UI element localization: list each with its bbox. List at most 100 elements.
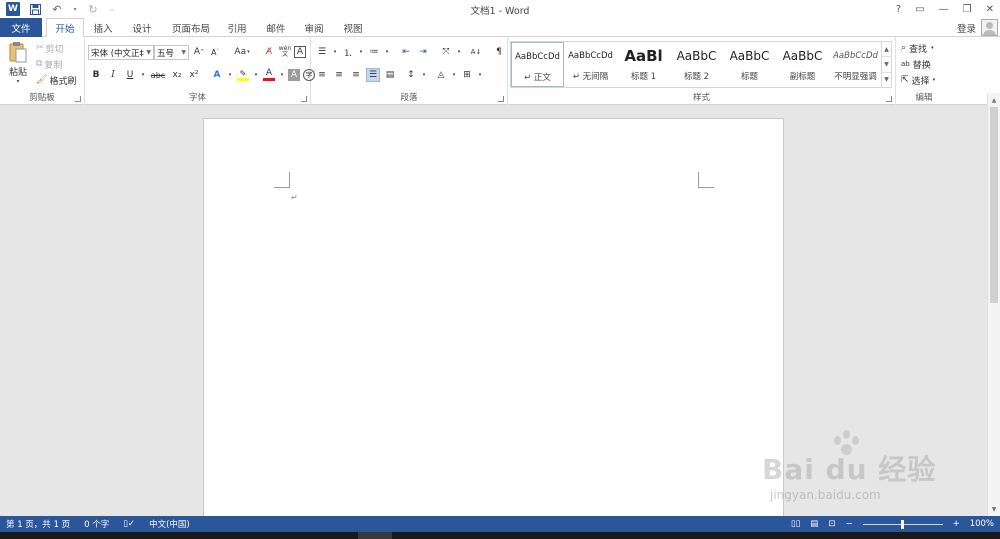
zoom-out-icon[interactable]: − bbox=[845, 519, 852, 529]
zoom-slider[interactable] bbox=[862, 519, 943, 529]
grow-font-icon[interactable]: A ^ bbox=[192, 45, 206, 59]
text-effects-icon[interactable]: A bbox=[210, 68, 224, 82]
font-size-combo[interactable]: 五号 ▼ bbox=[154, 45, 189, 60]
styles-launcher-icon[interactable] bbox=[886, 96, 892, 102]
customize-qat-icon[interactable]: ₌ bbox=[108, 2, 116, 16]
tab-references[interactable]: 引用 bbox=[222, 18, 252, 37]
style-title[interactable]: AaBbC 标题 bbox=[723, 42, 776, 87]
save-icon[interactable] bbox=[28, 2, 42, 16]
redo-icon[interactable]: ↻ bbox=[86, 2, 100, 16]
ribbon-display-options-icon[interactable]: ▭ bbox=[915, 4, 924, 15]
zoom-in-icon[interactable]: + bbox=[953, 519, 960, 529]
page-count[interactable]: 第 1 页，共 1 页 bbox=[6, 518, 70, 530]
print-layout-icon[interactable]: ▤ bbox=[810, 519, 818, 529]
show-marks-icon[interactable]: ¶ bbox=[492, 45, 506, 59]
text-effects-dropdown-icon[interactable]: ▾ bbox=[227, 68, 233, 82]
style-subtle-emphasis[interactable]: AaBbCcDd 不明显强调 bbox=[829, 42, 882, 87]
subscript-button[interactable]: x₂ bbox=[170, 68, 184, 82]
italic-button[interactable]: I bbox=[106, 68, 120, 82]
paste-button[interactable]: 粘贴 ▾ bbox=[6, 41, 30, 85]
enclose-char-icon[interactable]: A bbox=[294, 46, 306, 58]
style-subtitle[interactable]: AaBbC 副标题 bbox=[776, 42, 829, 87]
tab-review[interactable]: 审阅 bbox=[299, 18, 329, 37]
gallery-down-icon[interactable]: ▼ bbox=[882, 57, 891, 73]
chinese-layout-icon[interactable]: ⤧ bbox=[439, 45, 453, 59]
style-normal[interactable]: AaBbCcDd ↵ 正文 bbox=[511, 42, 564, 87]
underline-dropdown-icon[interactable]: ▾ bbox=[140, 68, 146, 82]
borders-icon[interactable]: ⊞ bbox=[460, 68, 474, 82]
cut-button[interactable]: ✂ 剪切 bbox=[36, 41, 64, 55]
bullets-icon[interactable]: ☰ bbox=[315, 45, 329, 59]
scroll-up-icon[interactable]: ▲ bbox=[988, 94, 1000, 106]
sign-in-link[interactable]: 登录 bbox=[957, 21, 976, 35]
clear-formatting-icon[interactable]: A̸ bbox=[262, 45, 276, 59]
line-spacing-dropdown-icon[interactable]: ▾ bbox=[421, 68, 427, 82]
vertical-scrollbar[interactable]: ▲ ▼ bbox=[987, 93, 1000, 516]
zoom-slider-thumb[interactable] bbox=[900, 519, 904, 529]
numbering-icon[interactable]: ⒈ bbox=[341, 45, 355, 59]
highlight-dropdown-icon[interactable]: ▾ bbox=[253, 68, 259, 82]
tab-design[interactable]: 设计 bbox=[127, 18, 157, 37]
undo-icon[interactable]: ↶ bbox=[50, 2, 64, 16]
scroll-thumb[interactable] bbox=[990, 107, 998, 303]
read-mode-icon[interactable]: ▯▯ bbox=[791, 519, 800, 529]
tab-file[interactable]: 文件 bbox=[0, 18, 42, 37]
replace-button[interactable]: ab 替换 bbox=[901, 57, 931, 71]
proofing-icon[interactable]: ▯✓ bbox=[123, 519, 135, 529]
multilevel-list-icon[interactable]: ≔ bbox=[367, 45, 381, 59]
distributed-icon[interactable]: ▤ bbox=[383, 68, 397, 82]
web-layout-icon[interactable]: ⊡ bbox=[828, 519, 835, 529]
underline-button[interactable]: U bbox=[123, 68, 137, 82]
font-color-dropdown-icon[interactable]: ▾ bbox=[279, 68, 285, 82]
highlight-icon[interactable]: ✎ bbox=[236, 68, 250, 82]
avatar[interactable] bbox=[981, 19, 998, 36]
phonetic-guide-icon[interactable]: wén 文 bbox=[278, 45, 292, 59]
gallery-up-icon[interactable]: ▲ bbox=[882, 42, 891, 58]
language-indicator[interactable]: 中文(中国) bbox=[149, 518, 190, 530]
align-right-icon[interactable]: ≡ bbox=[349, 68, 363, 82]
shading-dropdown-icon[interactable]: ▾ bbox=[451, 68, 457, 82]
taskbar-active-item[interactable] bbox=[358, 532, 392, 539]
font-name-combo[interactable]: 宋体 (中文正‡ ▼ bbox=[88, 45, 154, 60]
close-button[interactable]: ✕ bbox=[986, 4, 994, 15]
word-count[interactable]: 0 个字 bbox=[84, 518, 109, 530]
shrink-font-icon[interactable]: Aˇ bbox=[208, 45, 222, 59]
decrease-indent-icon[interactable]: ⇤ bbox=[399, 45, 413, 59]
justify-icon[interactable]: ☰ bbox=[366, 68, 380, 82]
strikethrough-button[interactable]: abc bbox=[149, 68, 167, 82]
restore-button[interactable]: ❐ bbox=[963, 4, 972, 15]
find-button[interactable]: ⌕ 查找 ▾ bbox=[901, 41, 934, 55]
increase-indent-icon[interactable]: ⇥ bbox=[416, 45, 430, 59]
char-shading-icon[interactable]: A bbox=[288, 69, 300, 81]
tab-mailings[interactable]: 邮件 bbox=[261, 18, 291, 37]
zoom-level[interactable]: 100% bbox=[970, 519, 994, 529]
tab-page-layout[interactable]: 页面布局 bbox=[166, 18, 216, 37]
format-painter-button[interactable]: 🖌 格式刷 bbox=[36, 73, 76, 87]
style-heading-2[interactable]: AaBbC 标题 2 bbox=[670, 42, 723, 87]
gallery-more-icon[interactable]: ▼ bbox=[882, 73, 891, 87]
align-left-icon[interactable]: ≡ bbox=[315, 68, 329, 82]
change-case-button[interactable]: Aa ▾ bbox=[230, 45, 254, 59]
align-center-icon[interactable]: ≡ bbox=[332, 68, 346, 82]
multilevel-dropdown-icon[interactable]: ▾ bbox=[384, 45, 390, 59]
bold-button[interactable]: B bbox=[89, 68, 103, 82]
style-heading-1[interactable]: AaBl 标题 1 bbox=[617, 42, 670, 87]
superscript-button[interactable]: x² bbox=[187, 68, 201, 82]
style-no-spacing[interactable]: AaBbCcDd ↵ 无间隔 bbox=[564, 42, 617, 87]
bullets-dropdown-icon[interactable]: ▾ bbox=[332, 45, 338, 59]
document-page[interactable]: ↵ bbox=[203, 118, 784, 528]
tab-home[interactable]: 开始 bbox=[46, 18, 84, 38]
select-button[interactable]: ⇱ 选择 ▾ bbox=[901, 73, 935, 87]
chinese-layout-dropdown-icon[interactable]: ▾ bbox=[456, 45, 462, 59]
sort-icon[interactable]: A↓ bbox=[469, 45, 483, 59]
scroll-down-icon[interactable]: ▼ bbox=[988, 503, 1000, 515]
line-spacing-icon[interactable]: ↕ bbox=[404, 68, 418, 82]
copy-button[interactable]: ⧉ 复制 bbox=[36, 57, 62, 71]
minimize-button[interactable]: — bbox=[939, 4, 949, 15]
paragraph-launcher-icon[interactable] bbox=[498, 96, 504, 102]
font-color-icon[interactable]: A bbox=[262, 68, 276, 82]
shading-icon[interactable]: ◬ bbox=[434, 68, 448, 82]
clipboard-launcher-icon[interactable] bbox=[75, 96, 81, 102]
font-launcher-icon[interactable] bbox=[301, 96, 307, 102]
undo-dropdown-icon[interactable]: ▾ bbox=[72, 2, 78, 16]
